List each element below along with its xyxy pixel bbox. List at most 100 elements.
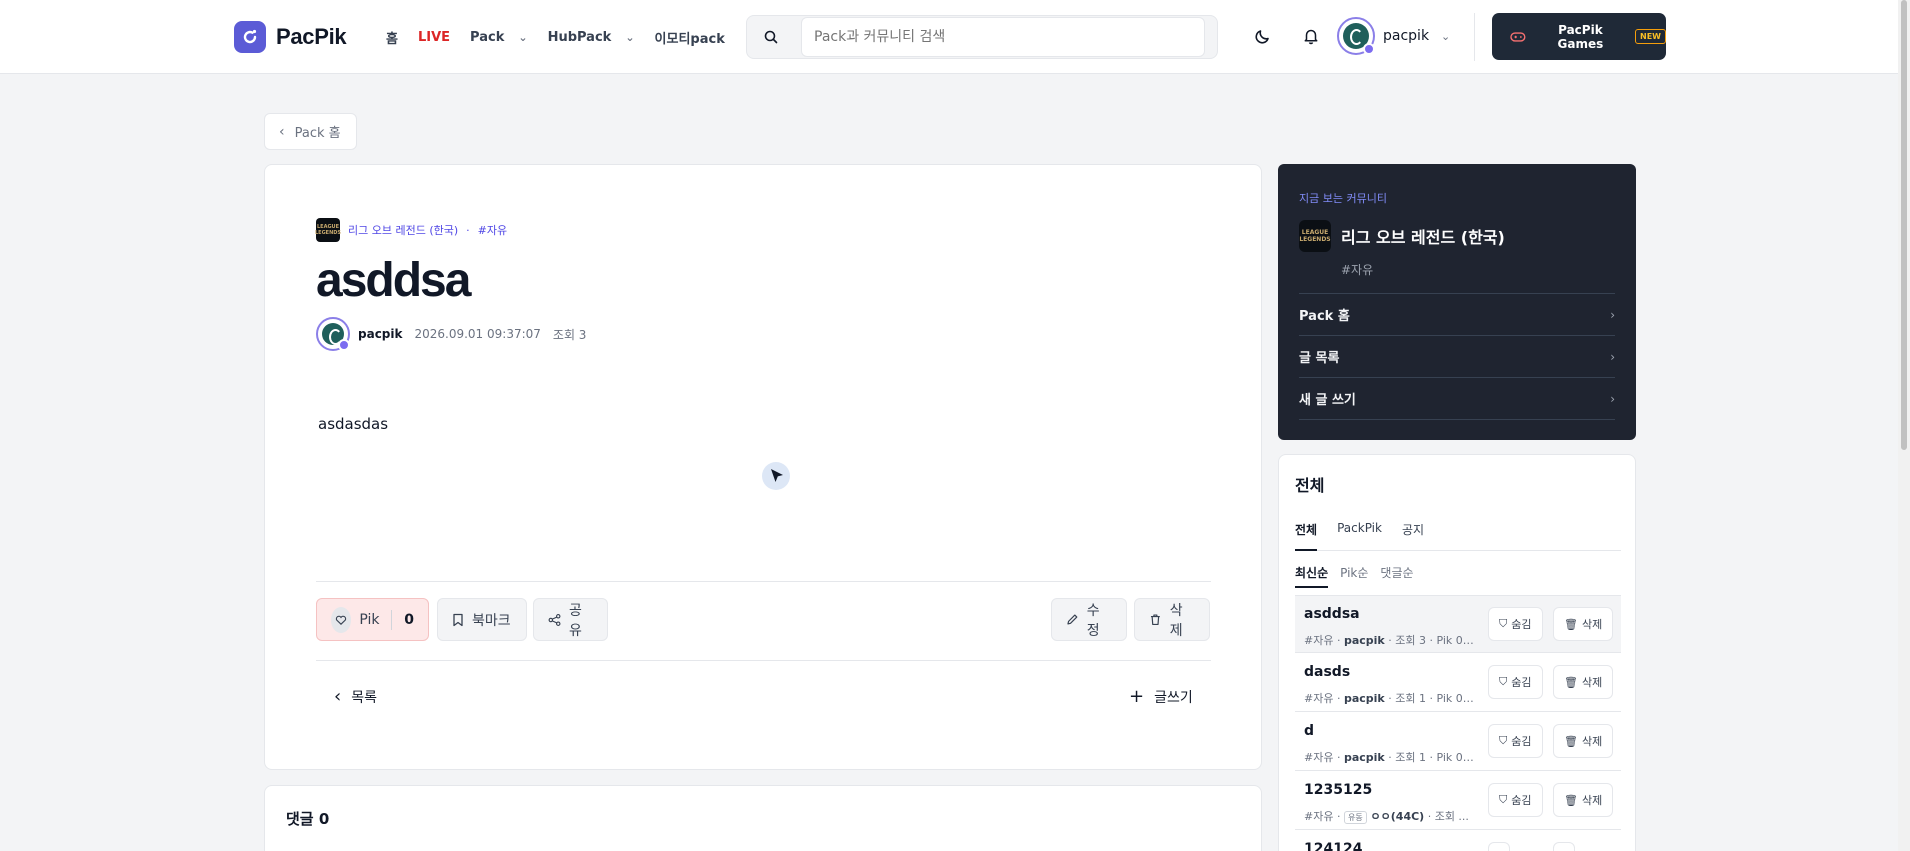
delete-button[interactable] [1553, 842, 1575, 851]
post-body: asdasdas [318, 415, 389, 433]
current-community-card: 지금 보는 커뮤니티 LEAGUE LEGENDS 리그 오브 레전드 (한국) … [1278, 164, 1636, 440]
hide-button[interactable]: ⛉ 숨김 [1488, 607, 1543, 641]
post-date: 2026.09.01 09:37:07 [414, 327, 541, 341]
pacpik-games-button[interactable]: PacPik Games NEW [1492, 13, 1666, 60]
author-name[interactable]: pacpik [358, 327, 402, 341]
post-community-line[interactable]: LEAGUE LEGENDS 리그 오브 레전드 (한국) · #자유 [315, 218, 507, 242]
header-divider [1474, 13, 1475, 61]
back-label: Pack 홈 [294, 126, 341, 141]
search-icon[interactable] [763, 29, 779, 45]
list-item[interactable]: 124124 [1295, 831, 1621, 851]
share-label: 공유 [569, 602, 582, 639]
shield-icon: ⛉ [1499, 617, 1508, 630]
comments-section: 댓글 0 [264, 785, 1262, 851]
pik-button[interactable]: Pik 0 [316, 598, 429, 641]
shield-icon: ⛉ [1499, 793, 1508, 806]
sort-comments[interactable]: 댓글순 [1380, 564, 1413, 588]
search-input[interactable] [801, 17, 1205, 57]
sort-options: 최신순 Pik순 댓글순 [1295, 564, 1414, 588]
write-post-link[interactable]: + 글쓰기 [1129, 687, 1193, 707]
gamepad-icon [1510, 31, 1526, 42]
page-scrollbar[interactable] [1898, 0, 1910, 851]
list-tabs: 전체 PackPik 공지 [1295, 521, 1621, 551]
hide-button[interactable]: ⛉ 숨김 [1488, 783, 1543, 817]
list-item-title: d [1304, 723, 1315, 739]
delete-label: 삭제 [1169, 602, 1183, 639]
user-menu[interactable]: pacpik ⌄ [1337, 17, 1450, 55]
bookmark-label: 북마크 [472, 612, 511, 629]
list-item-title: asddsa [1304, 606, 1360, 622]
anonymous-badge: 유동 [1343, 811, 1367, 824]
post-views: 조회 3 [552, 327, 587, 342]
separator [391, 609, 393, 630]
bell-icon[interactable] [1302, 27, 1320, 45]
list-item[interactable]: dasds #자유 · pacpik · 조회 1 · Pik 0 · ... … [1295, 654, 1621, 712]
post-title: asddsa [316, 254, 471, 307]
logo-icon [234, 21, 266, 53]
delete-button[interactable]: 🗑 삭제 [1553, 783, 1614, 817]
tab-notice[interactable]: 공지 [1402, 521, 1424, 551]
sort-latest[interactable]: 최신순 [1295, 564, 1329, 588]
list-label: 목록 [351, 690, 377, 706]
post-community-name: 리그 오브 레전드 (한국) [348, 224, 459, 237]
trash-icon: 🗑 [1564, 793, 1578, 807]
community-logo: LEAGUE LEGENDS [315, 218, 341, 242]
nav-pack[interactable]: Pack ⌄ [470, 30, 528, 45]
delete-button[interactable]: 삭제 [1134, 598, 1210, 641]
list-title: 전체 [1295, 476, 1325, 495]
pencil-icon [1067, 614, 1078, 625]
shield-icon: ⛉ [1499, 675, 1508, 688]
search-bar [746, 15, 1218, 59]
trash-icon [1150, 614, 1160, 625]
bookmark-button[interactable]: 북마크 [437, 598, 527, 641]
post-list-panel: 전체 전체 PackPik 공지 최신순 Pik순 댓글순 asddsa #자유… [1278, 454, 1636, 851]
community-name: 리그 오브 레전드 (한국) [1341, 228, 1505, 247]
post-meta: pacpik 2026.09.01 09:37:07 조회 3 [316, 317, 586, 351]
tab-packpik[interactable]: PackPik [1337, 521, 1382, 551]
nav-live[interactable]: LIVE [418, 30, 450, 45]
sidebar-link-new-post[interactable]: 새 글 쓰기 › [1299, 377, 1615, 419]
scroll-thumb[interactable] [1901, 0, 1907, 450]
logo[interactable]: PacPik [234, 21, 347, 53]
edit-button[interactable]: 수정 [1051, 598, 1127, 641]
current-community[interactable]: LEAGUE LEGENDS 리그 오브 레전드 (한국) [1299, 220, 1505, 252]
avatar [1337, 17, 1375, 55]
list-item-meta: #자유 · pacpik · 조회 1 · Pik 0 · ... [1304, 692, 1474, 705]
top-bar: PacPik 홈 LIVE Pack ⌄ HubPack ⌄ 이모티pack pac… [0, 0, 1910, 74]
share-button[interactable]: 공유 [533, 598, 608, 641]
community-logo: LEAGUE LEGENDS [1299, 220, 1331, 252]
hide-button[interactable]: ⛉ 숨김 [1488, 724, 1543, 758]
list-item-meta: #자유 · pacpik · 조회 3 · Pik 0 · ... [1304, 634, 1474, 647]
nav-hubpack[interactable]: HubPack ⌄ [548, 30, 635, 45]
shield-icon: ⛉ [1499, 734, 1508, 747]
list-item-meta: #자유 · 유동 ㅇㅇ(44C) · 조회 ... [1304, 810, 1469, 824]
chevron-right-icon: › [1610, 391, 1615, 406]
hide-button[interactable] [1488, 842, 1510, 851]
nav-home[interactable]: 홈 [386, 28, 398, 47]
user-name: pacpik [1383, 28, 1430, 44]
chevron-down-icon: ⌄ [625, 30, 635, 44]
back-to-pack-home-button[interactable]: ‹ Pack 홈 [264, 113, 357, 150]
author-avatar[interactable] [316, 317, 350, 351]
list-item-title: 124124 [1304, 841, 1363, 851]
list-item[interactable]: 1235125 #자유 · 유동 ㅇㅇ(44C) · 조회 ... ⛉ 숨김 🗑 삭… [1295, 772, 1621, 830]
tab-all[interactable]: 전체 [1295, 521, 1318, 551]
list-item-meta: #자유 · pacpik · 조회 1 · Pik 0 · ... [1304, 751, 1474, 764]
hide-button[interactable]: ⛉ 숨김 [1488, 665, 1543, 699]
list-item[interactable]: d #자유 · pacpik · 조회 1 · Pik 0 · ... ⛉ 숨김 … [1295, 713, 1621, 771]
list-item[interactable]: asddsa #자유 · pacpik · 조회 3 · Pik 0 · ...… [1295, 595, 1621, 653]
back-to-list-link[interactable]: ‹ 목록 [334, 687, 377, 707]
sort-pik[interactable]: Pik순 [1340, 564, 1368, 588]
delete-button[interactable]: 🗑 삭제 [1553, 607, 1614, 641]
separator: · [466, 223, 470, 237]
delete-button[interactable]: 🗑 삭제 [1553, 665, 1614, 699]
nav-emoticon-pack[interactable]: 이모티pack [655, 28, 725, 47]
moon-icon[interactable] [1254, 27, 1272, 45]
delete-button[interactable]: 🗑 삭제 [1553, 724, 1614, 758]
sidebar-link-pack-home[interactable]: Pack 홈 › [1299, 293, 1615, 335]
sidebar-link-post-list[interactable]: 글 목록 › [1299, 335, 1615, 377]
write-label: 글쓰기 [1154, 690, 1193, 706]
chevron-right-icon: › [1610, 307, 1615, 322]
mouse-pointer-icon [762, 462, 790, 490]
list-item-title: 1235125 [1304, 782, 1373, 798]
